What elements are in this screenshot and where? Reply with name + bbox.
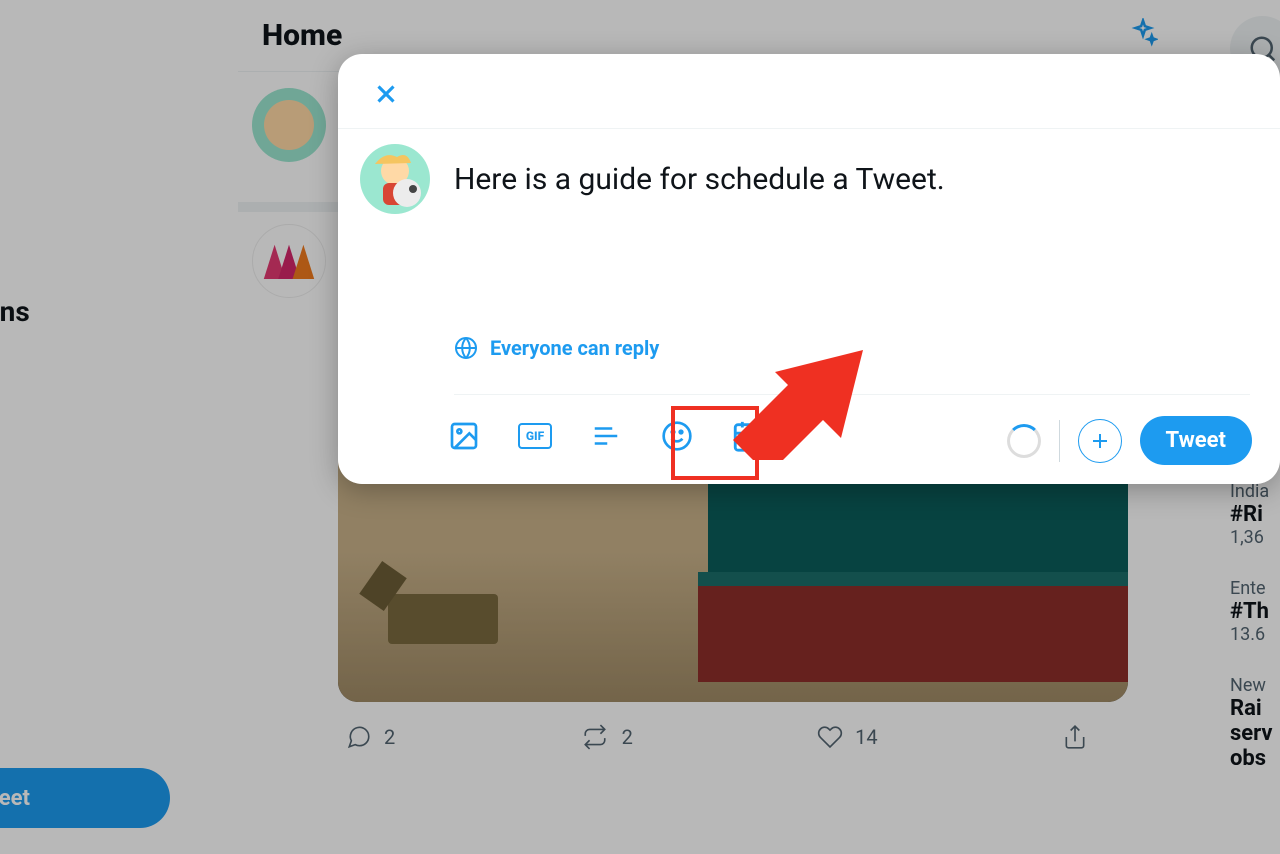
retweet-count: 2 <box>622 725 633 749</box>
trend-item[interactable]: Ente #Th 13.6 <box>1230 578 1280 645</box>
tweet-button[interactable]: Tweet <box>1140 416 1252 465</box>
add-thread-button[interactable] <box>1078 419 1122 463</box>
trend-count: 1,36 <box>1230 527 1280 548</box>
avatar[interactable] <box>360 144 430 214</box>
like-button[interactable]: 14 <box>817 724 877 750</box>
trend-item[interactable]: India #Ri 1,36 <box>1230 481 1280 548</box>
sparkle-icon[interactable] <box>1128 18 1158 48</box>
composer-right-tools: Tweet <box>1007 416 1252 465</box>
nav-item[interactable]: ations <box>0 281 160 342</box>
avatar[interactable] <box>252 88 326 162</box>
trend-line: Rai <box>1230 696 1280 721</box>
poll-icon[interactable] <box>588 418 624 454</box>
tweet-text-input[interactable]: Here is a guide for schedule a Tweet. <box>454 162 945 197</box>
character-count-spinner <box>1007 424 1041 458</box>
composer-toolbar: GIF <box>446 418 766 454</box>
emoji-icon[interactable] <box>659 418 695 454</box>
retweet-button[interactable]: 2 <box>580 724 633 750</box>
schedule-icon[interactable] <box>730 418 766 454</box>
globe-icon <box>454 336 478 360</box>
reply-scope-label: Everyone can reply <box>490 336 659 360</box>
reply-scope-button[interactable]: Everyone can reply <box>454 336 659 360</box>
like-count: 14 <box>855 725 877 749</box>
close-button[interactable] <box>366 74 406 114</box>
left-nav: e ations ges <box>0 0 160 443</box>
nav-item[interactable]: ges <box>0 382 160 443</box>
compose-tweet-modal: Here is a guide for schedule a Tweet. Ev… <box>338 54 1280 484</box>
trend-line: serv <box>1230 721 1280 746</box>
image-icon[interactable] <box>446 418 482 454</box>
nav-item[interactable]: e <box>0 180 160 241</box>
excavator-graphic <box>388 594 498 644</box>
reply-count: 2 <box>384 725 395 749</box>
trend-count: 13.6 <box>1230 624 1280 645</box>
reply-button[interactable]: 2 <box>346 724 395 750</box>
divider <box>1059 420 1060 462</box>
avatar[interactable] <box>252 224 326 298</box>
trend-tag: #Ri <box>1230 502 1280 527</box>
share-button[interactable] <box>1062 724 1088 750</box>
trend-meta: Ente <box>1230 578 1280 599</box>
trend-item[interactable]: New Rai serv obs <box>1230 675 1280 771</box>
tweet-fab-button[interactable]: eet <box>0 768 170 828</box>
trend-tag: #Th <box>1230 599 1280 624</box>
tweet-actions: 2 2 14 <box>338 712 1128 750</box>
trend-meta: New <box>1230 675 1280 696</box>
gif-icon[interactable]: GIF <box>517 418 553 454</box>
trend-line: obs <box>1230 746 1280 771</box>
trend-meta: India <box>1230 481 1280 502</box>
